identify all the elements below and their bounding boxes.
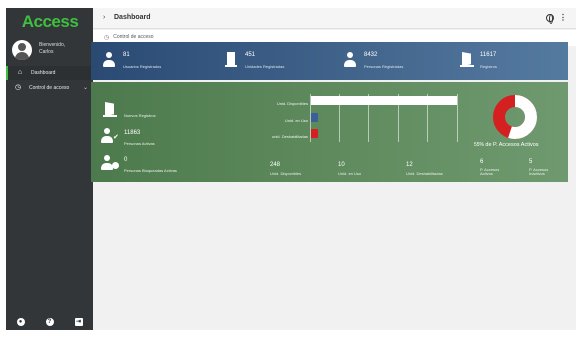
- stat-personas: 8432 Personas Registradas: [344, 49, 454, 73]
- app-logo[interactable]: Access: [14, 11, 86, 33]
- person-icon: [344, 52, 356, 68]
- help-icon[interactable]: ?: [45, 318, 54, 326]
- globe-icon[interactable]: [546, 14, 554, 24]
- user-check-icon: ✔: [101, 128, 119, 144]
- stat-value: 81: [123, 52, 130, 58]
- sidebar-item-label: Dashboard: [31, 70, 56, 76]
- bottom-value-p-activos: 6: [480, 159, 484, 165]
- user-icon: [103, 52, 115, 68]
- bottom-value-en-uso: 10: [338, 162, 345, 168]
- bar-0: [311, 96, 457, 105]
- bottom-label-disponibles: Unid. Disponibles: [270, 171, 302, 176]
- user-circle-icon[interactable]: ●: [16, 318, 25, 326]
- bottom-label-deshabilitadas: Unid. Deshabilitadas: [406, 171, 443, 176]
- avatar[interactable]: [12, 40, 32, 60]
- content-empty-area: [93, 192, 576, 330]
- user-greeting: Bienvenido, Carlos: [39, 42, 65, 56]
- menu-toggle-icon[interactable]: ›: [103, 14, 105, 21]
- stat-value: 8432: [364, 52, 378, 58]
- bottom-label-p-inactivos: P. Accesos Inactivos: [529, 167, 549, 176]
- stat-value: 451: [245, 52, 256, 58]
- logout-icon[interactable]: ⇥: [74, 318, 83, 326]
- donut-percent: 55%: [474, 142, 485, 148]
- stat-unidades: 451 Unidades Registradas: [225, 49, 335, 73]
- stat-label: Registros: [480, 64, 497, 69]
- door-icon: [225, 52, 237, 68]
- page-title: Dashboard: [114, 14, 151, 21]
- stat-registros: 11617 Registros: [460, 49, 560, 73]
- gridline: [457, 94, 458, 142]
- home-icon: ⌂: [17, 69, 23, 76]
- bottom-value-disponibles: 248: [270, 162, 281, 168]
- door-open-icon: [103, 102, 117, 118]
- clock-icon: ◷: [14, 84, 22, 91]
- user-info: Bienvenido, Carlos: [10, 39, 93, 63]
- stat-value-activas: 11863: [124, 130, 141, 136]
- accesos-donut-chart: [493, 95, 537, 139]
- donut-caption: 55% de P. Accesos Activos: [474, 142, 539, 148]
- donut-label: de P. Accesos Activos: [485, 142, 539, 148]
- header: › Dashboard ⋮: [93, 8, 576, 29]
- bar-1: [311, 113, 318, 122]
- stat-value: 11617: [480, 52, 497, 58]
- user-name: Carlos: [39, 49, 54, 55]
- user-greeting-line: Bienvenido,: [39, 42, 66, 48]
- bottom-value-deshabilitadas: 12: [406, 162, 413, 168]
- bottom-label-en-uso: Unid. en Uso: [338, 171, 362, 176]
- stat-label: Personas Registradas: [364, 64, 404, 69]
- stat-label-bloqueadas: Personas Bloqueadas Activas: [124, 168, 177, 173]
- sidebar-footer: ● ? ⇥: [6, 315, 93, 329]
- bar-label-en-uso: Unid. en Uso: [284, 118, 308, 123]
- stat-label-nuevos: Nuevos Registros: [124, 113, 156, 118]
- sidebar-item-label: Control de acceso: [29, 85, 70, 91]
- stat-usuarios: 81 Usuarios Registrados: [103, 49, 203, 73]
- stat-value-bloqueadas: 0: [124, 157, 128, 163]
- sidebar: Access Bienvenido, Carlos ⌂ Dashboard ◷ …: [6, 8, 93, 330]
- stats-panel-blue: 81 Usuarios Registrados 451 Unidades Reg…: [91, 42, 568, 80]
- sidebar-item-dashboard[interactable]: ⌂ Dashboard: [6, 66, 93, 80]
- chevron-down-icon: ⌄: [82, 85, 88, 91]
- bar-2: [311, 129, 318, 138]
- bottom-value-p-inactivos: 5: [529, 159, 533, 165]
- bottom-label-p-activos: P. Accesos Activos: [480, 167, 500, 176]
- sidebar-item-control-acceso[interactable]: ◷ Control de acceso ⌄: [6, 81, 93, 95]
- stat-label: Unidades Registradas: [245, 64, 285, 69]
- door-open-icon: [460, 52, 474, 68]
- stats-panel-green: Nuevos Registros ✔ 11863 Personas Activa…: [91, 82, 568, 182]
- stat-label: Usuarios Registrados: [123, 64, 162, 69]
- stat-label-activas: Personas Activas: [124, 141, 155, 146]
- bar-label-deshabilitadas: unid. Deshabilitadas: [271, 134, 308, 139]
- more-vert-icon[interactable]: ⋮: [559, 13, 567, 22]
- clock-icon: ◷: [104, 34, 110, 41]
- units-bar-chart: [310, 94, 458, 142]
- tab-label: Control de acceso: [113, 34, 154, 40]
- bar-label-disponibles: Unid. Disponibles: [276, 101, 308, 106]
- user-clock-icon: [101, 155, 119, 171]
- logo-text: Access: [21, 12, 79, 31]
